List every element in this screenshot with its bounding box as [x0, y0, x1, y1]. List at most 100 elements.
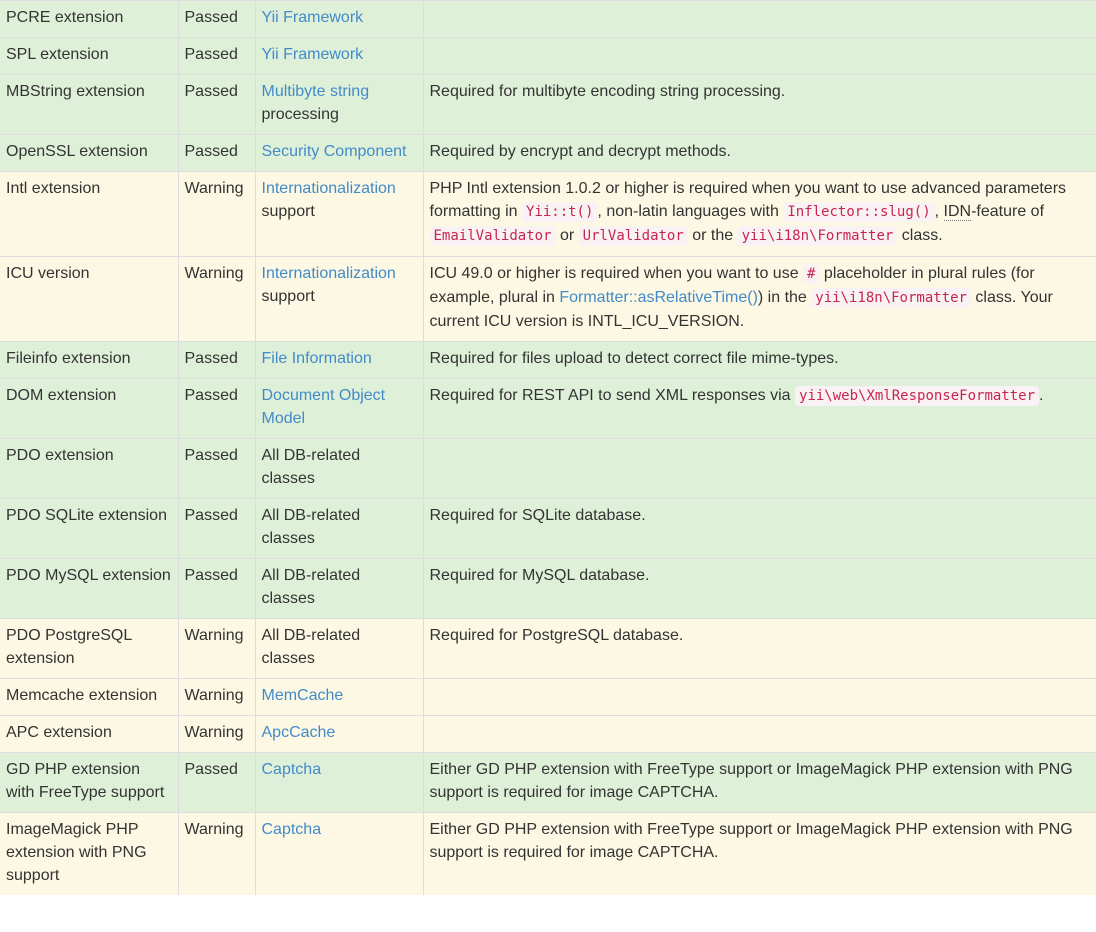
- requirement-memo: PHP Intl extension 1.0.2 or higher is re…: [423, 171, 1096, 257]
- requirement-name: ImageMagick PHP extension with PNG suppo…: [0, 812, 179, 895]
- requirement-memo: Either GD PHP extension with FreeType su…: [423, 812, 1096, 895]
- table-row: PDO extension Passed All DB-related clas…: [0, 438, 1096, 499]
- requirement-result: Passed: [178, 378, 256, 439]
- requirement-result: Passed: [178, 134, 256, 172]
- required-by: Captcha: [255, 752, 424, 813]
- required-by: Captcha: [255, 812, 424, 895]
- requirement-result: Warning: [178, 256, 256, 342]
- memo-text: or: [555, 227, 579, 244]
- requirement-memo: Required for SQLite database.: [423, 498, 1096, 559]
- memo-text: ) in the: [757, 289, 812, 306]
- table-row: Memcache extension Warning MemCache: [0, 678, 1096, 716]
- required-by-text: processing: [261, 106, 339, 123]
- table-row: GD PHP extension with FreeType support P…: [0, 752, 1096, 813]
- table-row: PCRE extension Passed Yii Framework: [0, 0, 1096, 38]
- required-by-link[interactable]: Yii Framework: [262, 9, 364, 26]
- required-by: Yii Framework: [255, 37, 424, 75]
- requirement-memo: [423, 0, 1096, 38]
- requirements-table: PCRE extension Passed Yii Framework SPL …: [0, 0, 1096, 895]
- code-snippet: Inflector::slug(): [783, 202, 935, 222]
- requirement-result: Warning: [178, 812, 256, 895]
- required-by-link[interactable]: ApcCache: [262, 724, 336, 741]
- table-row: Intl extension Warning Internationalizat…: [0, 171, 1096, 257]
- memo-text: or the: [687, 227, 738, 244]
- table-row: PDO SQLite extension Passed All DB-relat…: [0, 498, 1096, 559]
- required-by: ApcCache: [255, 715, 424, 753]
- requirement-name: OpenSSL extension: [0, 134, 179, 172]
- memo-text: ICU 49.0 or higher is required when you …: [429, 265, 804, 282]
- requirement-name: PDO SQLite extension: [0, 498, 179, 559]
- required-by: MemCache: [255, 678, 424, 716]
- requirement-result: Passed: [178, 37, 256, 75]
- table-row: PDO PostgreSQL extension Warning All DB-…: [0, 618, 1096, 679]
- required-by-link[interactable]: Security Component: [262, 143, 407, 160]
- memo-text: class.: [897, 227, 943, 244]
- formatter-relative-time-link[interactable]: Formatter::asRelativeTime(): [559, 289, 758, 306]
- requirement-memo: Required for MySQL database.: [423, 558, 1096, 619]
- requirement-memo: Required for multibyte encoding string p…: [423, 74, 1096, 135]
- code-snippet: yii\web\XmlResponseFormatter: [795, 386, 1040, 406]
- required-by: Yii Framework: [255, 0, 424, 38]
- requirement-name: Fileinfo extension: [0, 341, 179, 379]
- requirement-name: SPL extension: [0, 37, 179, 75]
- table-row: DOM extension Passed Document Object Mod…: [0, 378, 1096, 439]
- required-by-link[interactable]: MemCache: [262, 687, 344, 704]
- requirement-memo: Required for REST API to send XML respon…: [423, 378, 1096, 439]
- table-row: APC extension Warning ApcCache: [0, 715, 1096, 753]
- required-by-link[interactable]: Document Object Model: [262, 387, 386, 427]
- table-row: ICU version Warning Internationalization…: [0, 256, 1096, 342]
- code-snippet: #: [803, 264, 820, 284]
- required-by-link[interactable]: File Information: [262, 350, 372, 367]
- requirement-name: PDO MySQL extension: [0, 558, 179, 619]
- code-snippet: EmailValidator: [429, 226, 556, 246]
- memo-text: Required for REST API to send XML respon…: [429, 387, 796, 404]
- requirement-name: PDO extension: [0, 438, 179, 499]
- required-by: Document Object Model: [255, 378, 424, 439]
- required-by-text: All DB-related classes: [255, 618, 424, 679]
- required-by-link[interactable]: Internationalization: [262, 265, 396, 282]
- requirement-memo: [423, 715, 1096, 753]
- requirement-name: Intl extension: [0, 171, 179, 257]
- required-by-link[interactable]: Captcha: [262, 821, 322, 838]
- requirement-memo: Required by encrypt and decrypt methods.: [423, 134, 1096, 172]
- required-by-link[interactable]: Multibyte string: [262, 83, 370, 100]
- table-row: SPL extension Passed Yii Framework: [0, 37, 1096, 75]
- requirement-result: Warning: [178, 171, 256, 257]
- required-by: Security Component: [255, 134, 424, 172]
- required-by: Multibyte string processing: [255, 74, 424, 135]
- requirement-memo: [423, 37, 1096, 75]
- memo-text: -feature of: [971, 203, 1045, 220]
- idn-abbreviation: IDN: [943, 203, 972, 221]
- required-by-link[interactable]: Internationalization: [262, 180, 396, 197]
- required-by-link[interactable]: Yii Framework: [262, 46, 364, 63]
- table-row: OpenSSL extension Passed Security Compon…: [0, 134, 1096, 172]
- requirement-result: Passed: [178, 438, 256, 499]
- requirement-result: Passed: [178, 74, 256, 135]
- required-by-text: All DB-related classes: [255, 558, 424, 619]
- table-row: MBString extension Passed Multibyte stri…: [0, 74, 1096, 135]
- table-row: PDO MySQL extension Passed All DB-relate…: [0, 558, 1096, 619]
- memo-text: ,: [934, 203, 944, 220]
- table-row: Fileinfo extension Passed File Informati…: [0, 341, 1096, 379]
- requirement-memo: Either GD PHP extension with FreeType su…: [423, 752, 1096, 813]
- memo-text: , non-latin languages with: [597, 203, 784, 220]
- code-snippet: yii\i18n\Formatter: [737, 226, 898, 246]
- required-by: Internationalization support: [255, 256, 424, 342]
- memo-text: .: [1039, 387, 1044, 404]
- requirement-name: ICU version: [0, 256, 179, 342]
- requirement-result: Warning: [178, 678, 256, 716]
- requirement-name: DOM extension: [0, 378, 179, 439]
- required-by-link[interactable]: Captcha: [262, 761, 322, 778]
- requirement-memo: Required for PostgreSQL database.: [423, 618, 1096, 679]
- requirement-name: MBString extension: [0, 74, 179, 135]
- code-snippet: UrlValidator: [578, 226, 688, 246]
- code-snippet: yii\i18n\Formatter: [811, 288, 971, 308]
- required-by: Internationalization support: [255, 171, 424, 257]
- requirement-name: APC extension: [0, 715, 179, 753]
- requirement-name: Memcache extension: [0, 678, 179, 716]
- requirement-result: Passed: [178, 341, 256, 379]
- required-by-text: support: [261, 288, 315, 305]
- requirement-name: PCRE extension: [0, 0, 179, 38]
- requirement-result: Passed: [178, 558, 256, 619]
- requirement-memo: [423, 678, 1096, 716]
